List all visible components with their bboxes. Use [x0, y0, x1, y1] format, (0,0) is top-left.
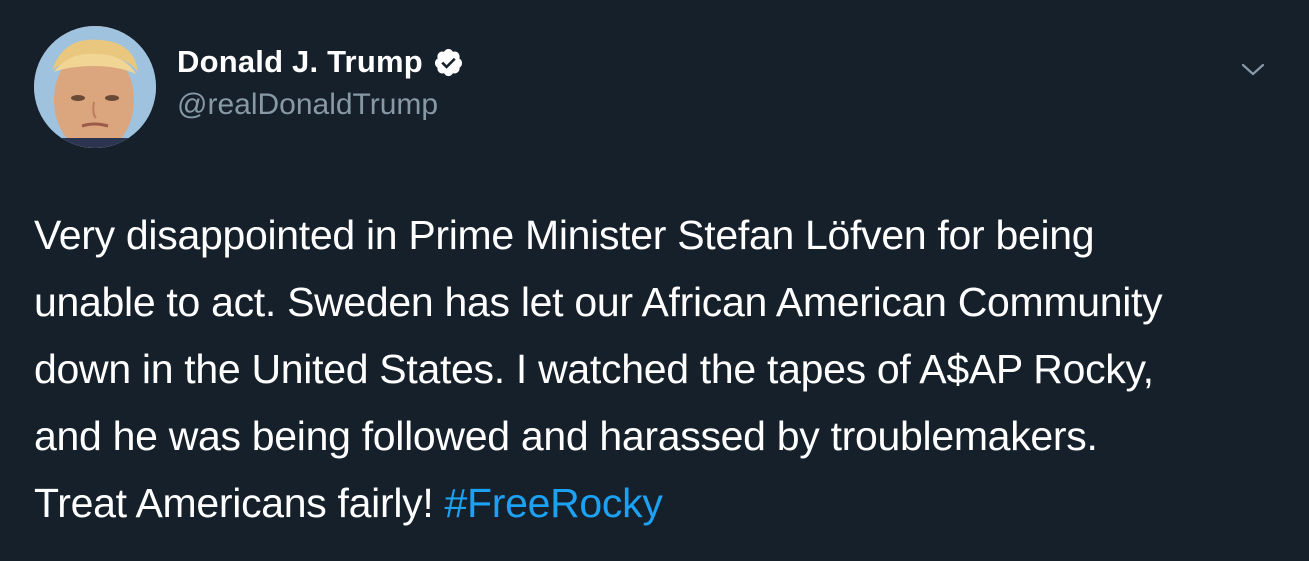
hashtag-link[interactable]: #FreeRocky	[445, 480, 663, 526]
author-handle[interactable]: @realDonaldTrump	[177, 88, 438, 122]
tweet-line-last: Treat Americans fairly! #FreeRocky	[34, 470, 1284, 537]
tweet-line: Very disappointed in Prime Minister Stef…	[34, 212, 1095, 258]
chevron-down-icon	[1241, 63, 1265, 76]
tweet-line: and he was being followed and harassed b…	[34, 413, 1098, 459]
tweet-card: Donald J. Trump @realDonaldTrump Very di…	[0, 0, 1309, 561]
tweet-line-text: Treat Americans fairly!	[34, 480, 445, 526]
tweet-text: Very disappointed in Prime Minister Stef…	[34, 202, 1284, 537]
author-avatar[interactable]	[34, 26, 156, 148]
author-name-text: Donald J. Trump	[177, 44, 423, 79]
tweet-line: down in the United States. I watched the…	[34, 346, 1154, 392]
avatar-image	[34, 26, 156, 148]
verified-badge-icon	[434, 48, 462, 76]
tweet-line: unable to act. Sweden has let our Africa…	[34, 279, 1163, 325]
tweet-menu-button[interactable]	[1236, 54, 1270, 84]
author-name[interactable]: Donald J. Trump	[177, 44, 464, 80]
